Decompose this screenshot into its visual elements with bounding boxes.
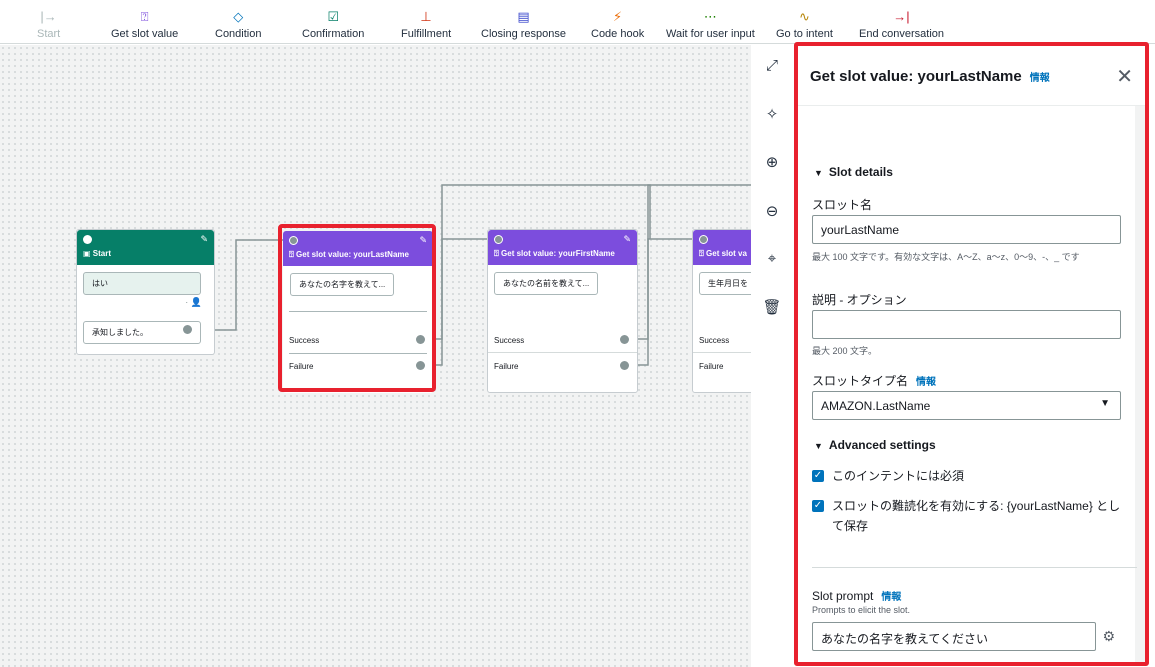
auto-layout-icon[interactable]: ✧: [762, 105, 782, 123]
slot-type-select[interactable]: AMAZON.LastName ▼: [812, 391, 1121, 420]
node-first-in-port[interactable]: [494, 235, 503, 244]
slot-type-info-link[interactable]: 情報: [916, 377, 936, 388]
slot-name-label: スロット名: [812, 198, 873, 212]
obfuscation-label: スロットの難読化を有効にする: {yourLastName} として保存: [832, 499, 1121, 533]
toolbar-get-slot-value[interactable]: ⍰ Get slot value: [111, 8, 178, 40]
divider: [812, 567, 1137, 568]
required-label: このインテントには必須: [832, 469, 965, 483]
zoom-in-icon[interactable]: ⊕: [762, 153, 782, 171]
diamond-icon: ◇: [233, 9, 244, 24]
fulfillment-icon: ⊥: [420, 9, 432, 24]
description-label: 説明 - オプション: [812, 293, 907, 307]
toolbar-condition[interactable]: ◇ Condition: [215, 8, 261, 40]
fit-to-screen-icon[interactable]: ⤢: [762, 57, 782, 74]
selected-node-highlight: [278, 224, 436, 392]
plug-icon: ⚡: [613, 9, 623, 24]
check-box-icon: ☑: [327, 9, 339, 24]
delete-icon[interactable]: 🗑: [762, 298, 782, 316]
gear-icon[interactable]: ⚙: [1102, 628, 1115, 645]
toolbar-confirmation[interactable]: ☑ Confirmation: [302, 8, 364, 40]
slot-prompt-hint: Prompts to elicit the slot.: [812, 605, 911, 615]
toolbar-end-conversation[interactable]: →| End conversation: [859, 8, 944, 40]
panel-scrollbar[interactable]: [1135, 106, 1145, 662]
node-birth-prompt: 生年月日を: [699, 272, 757, 295]
required-checkbox[interactable]: ✓: [812, 470, 824, 482]
slot-details-toggle[interactable]: ▼ Slot details: [814, 165, 893, 179]
flow-toolbar: |→ Start ⍰ Get slot value ◇ Condition ☑ …: [0, 0, 1155, 44]
ellipsis-box-icon: ⋯: [703, 9, 717, 24]
start-icon: |→: [40, 9, 57, 24]
slot-prompt-label: Slot prompt 情報: [812, 589, 902, 603]
obfuscation-checkbox[interactable]: ✓: [812, 500, 824, 512]
toolbar-closing-response[interactable]: ▤ Closing response: [481, 8, 566, 40]
toolbar-code-hook[interactable]: ⚡ Code hook: [591, 8, 644, 40]
toolbar-wait-for-user-input[interactable]: ⋯ Wait for user input: [666, 8, 755, 40]
zoom-out-icon[interactable]: ⊖: [762, 202, 782, 220]
center-view-icon[interactable]: ⌖: [762, 250, 782, 267]
slot-details-panel: Get slot value: yourLastName 情報 ✕ ▼ Slot d…: [794, 42, 1149, 666]
edit-icon[interactable]: ✎: [200, 234, 208, 245]
slot-prompt-info-link[interactable]: 情報: [881, 592, 901, 603]
description-input[interactable]: [812, 310, 1121, 339]
slot-name-input[interactable]: yourLastName: [812, 215, 1121, 244]
node-first-header: ✎ ⍰ Get slot value: yourFirstName: [488, 230, 637, 265]
start-node-port[interactable]: [183, 325, 192, 334]
document-icon: ▤: [517, 9, 530, 24]
toolbar-start[interactable]: |→ Start: [37, 8, 60, 40]
canvas-tools: ⤢ ✧ ⊕ ⊖ ⌖ 🗑: [751, 45, 793, 667]
node-first-failure-port[interactable]: [620, 361, 629, 370]
node-get-slot-first-name[interactable]: ✎ ⍰ Get slot value: yourFirstName あなたの名前…: [487, 229, 638, 393]
slot-prompt-input[interactable]: あなたの名字を教えてください: [812, 622, 1096, 651]
caret-down-icon: ▼: [814, 441, 823, 451]
question-box-icon: ⍰: [140, 9, 149, 24]
end-arrow-icon: →|: [893, 9, 910, 24]
panel-title: Get slot value: yourLastName 情報: [810, 68, 1050, 85]
caret-down-icon: ▼: [1100, 398, 1110, 409]
toolbar-go-to-intent[interactable]: ∿ Go to intent: [776, 8, 833, 40]
start-node-dot: [83, 235, 92, 244]
toolbar-fulfillment[interactable]: ⊥ Fulfillment: [401, 8, 451, 40]
node-first-success-port[interactable]: [620, 335, 629, 344]
node-first-prompt: あなたの名前を教えて...: [494, 272, 599, 295]
description-hint: 最大 200 文字。: [812, 346, 878, 356]
start-node[interactable]: ✎ ▣ Start はい · 👤 承知しました。: [76, 229, 215, 355]
info-link[interactable]: 情報: [1030, 73, 1050, 84]
slot-name-hint: 最大 100 文字です。有効な文字は、A〜Z、a〜z、0〜9、-、_ です: [812, 252, 1080, 262]
caret-down-icon: ▼: [814, 168, 823, 178]
advanced-settings-toggle[interactable]: ▼ Advanced settings: [814, 438, 936, 452]
node-first-success-row: Success: [488, 327, 637, 353]
start-node-header: ✎ ▣ Start: [77, 230, 214, 265]
node-first-title: ⍰ Get slot value: yourFirstName: [494, 249, 615, 258]
edit-icon[interactable]: ✎: [623, 234, 631, 245]
slot-type-label: スロットタイプ名 情報: [812, 374, 937, 388]
node-birth-title: ⍰ Get slot va: [699, 249, 747, 258]
start-node-reply: はい: [83, 272, 201, 295]
route-icon: ∿: [798, 9, 810, 24]
panel-header: Get slot value: yourLastName 情報 ✕: [798, 46, 1145, 106]
node-first-failure-row: Failure: [488, 353, 637, 379]
start-node-title: ▣ Start: [83, 249, 112, 258]
close-icon[interactable]: ✕: [1116, 64, 1133, 89]
node-birth-in-port[interactable]: [699, 235, 708, 244]
user-icon: · 👤: [185, 297, 202, 307]
